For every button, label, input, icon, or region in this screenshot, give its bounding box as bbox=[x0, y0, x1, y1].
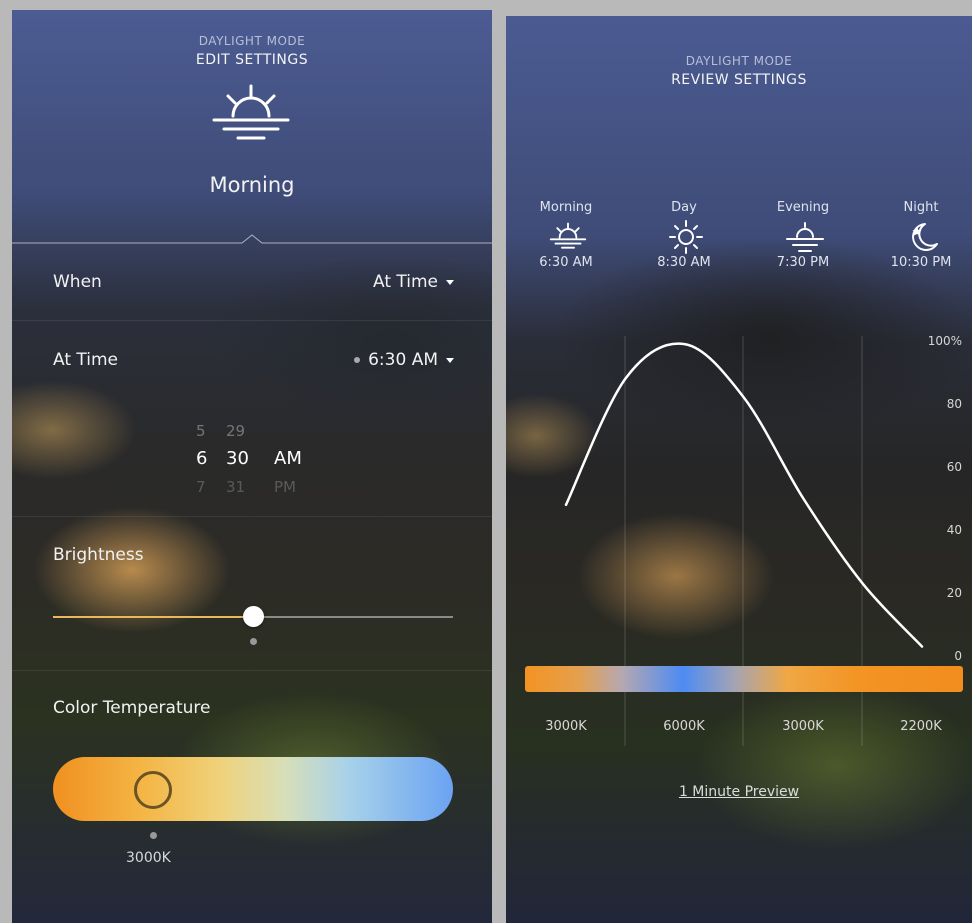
y-tick-label: 60 bbox=[947, 460, 962, 474]
color-temperature-label: Color Temperature bbox=[53, 698, 211, 718]
y-tick-label: 80 bbox=[947, 397, 962, 411]
picker-hour[interactable]: 5 bbox=[196, 422, 226, 440]
period-title: Morning bbox=[209, 173, 295, 197]
mode-label: DAYLIGHT MODE bbox=[198, 34, 306, 48]
sunrise-icon bbox=[549, 222, 587, 249]
y-tick-label: 0 bbox=[954, 649, 962, 663]
period-day[interactable]: Day 8:30 AM bbox=[634, 200, 734, 270]
color-temperature-value: 3000K bbox=[126, 850, 171, 866]
picker-hour[interactable]: 7 bbox=[196, 478, 226, 496]
when-dropdown[interactable]: At Time bbox=[373, 272, 454, 292]
brightness-slider[interactable] bbox=[53, 606, 453, 627]
color-temperature-timeline-bar bbox=[525, 666, 963, 692]
section-divider bbox=[12, 234, 492, 244]
period-time: 6:30 AM bbox=[539, 255, 593, 270]
brightness-curve bbox=[564, 342, 924, 648]
indicator-dot bbox=[354, 357, 361, 363]
sunrise-icon bbox=[212, 84, 290, 140]
picker-minute[interactable]: 29 bbox=[226, 422, 256, 440]
at-time-label: At Time bbox=[53, 350, 119, 370]
picker-minute[interactable]: 31 bbox=[226, 478, 274, 496]
color-temp-label: 2200K bbox=[900, 719, 942, 734]
brightness-slider-fill bbox=[53, 616, 253, 618]
period-time: 8:30 AM bbox=[657, 255, 711, 270]
period-name: Day bbox=[671, 200, 697, 215]
picker-minute[interactable]: 30 bbox=[226, 448, 274, 469]
picker-ampm[interactable]: PM bbox=[274, 478, 304, 496]
review-settings-screen: DAYLIGHT MODE REVIEW SETTINGS Morning 6:… bbox=[506, 16, 972, 923]
caret-down-icon bbox=[446, 279, 454, 285]
period-night[interactable]: Night 10:30 PM bbox=[871, 200, 971, 270]
picker-ampm[interactable]: AM bbox=[274, 448, 304, 469]
moon-star-icon bbox=[912, 223, 938, 251]
row-separator bbox=[12, 516, 492, 517]
period-time: 7:30 PM bbox=[776, 255, 830, 270]
brightness-slider-thumb[interactable] bbox=[243, 606, 264, 627]
sun-icon bbox=[669, 220, 703, 254]
at-time-value: 6:30 AM bbox=[368, 350, 438, 370]
y-tick-label: 100% bbox=[928, 334, 962, 348]
brightness-label: Brightness bbox=[53, 545, 144, 565]
row-separator bbox=[12, 670, 492, 671]
period-name: Night bbox=[903, 200, 939, 215]
when-value: At Time bbox=[372, 272, 438, 292]
row-separator bbox=[12, 320, 492, 321]
color-temp-label: 3000K bbox=[545, 719, 587, 734]
at-time-dropdown[interactable]: 6:30 AM bbox=[354, 350, 454, 370]
screen-title: EDIT SETTINGS bbox=[195, 52, 309, 68]
picker-row[interactable]: 7 31 PM bbox=[196, 478, 304, 496]
color-temp-label: 6000K bbox=[663, 719, 705, 734]
picker-row-selected[interactable]: 6 30 AM bbox=[196, 448, 304, 469]
y-tick-label: 40 bbox=[947, 523, 962, 537]
brightness-indicator-dot bbox=[249, 638, 257, 645]
picker-row[interactable]: 5 29 bbox=[196, 422, 286, 440]
period-name: Evening bbox=[776, 200, 830, 215]
preview-link[interactable]: 1 Minute Preview bbox=[506, 784, 972, 800]
mode-label: DAYLIGHT MODE bbox=[685, 54, 793, 68]
picker-hour[interactable]: 6 bbox=[196, 448, 226, 469]
period-time: 10:30 PM bbox=[890, 255, 952, 270]
caret-down-icon bbox=[446, 357, 454, 363]
edit-settings-screen: DAYLIGHT MODE EDIT SETTINGS Morning When… bbox=[12, 10, 492, 923]
period-evening[interactable]: Evening 7:30 PM bbox=[753, 200, 853, 270]
y-tick-label: 20 bbox=[947, 586, 962, 600]
color-temperature-slider[interactable] bbox=[53, 757, 453, 821]
color-temperature-indicator-dot bbox=[149, 832, 157, 839]
screen-title: REVIEW SETTINGS bbox=[671, 72, 807, 88]
when-label: When bbox=[53, 272, 102, 292]
period-name: Morning bbox=[539, 200, 593, 215]
color-temperature-thumb[interactable] bbox=[134, 771, 172, 809]
sunset-icon bbox=[786, 222, 824, 252]
color-temp-label: 3000K bbox=[782, 719, 824, 734]
period-morning[interactable]: Morning 6:30 AM bbox=[516, 200, 616, 270]
